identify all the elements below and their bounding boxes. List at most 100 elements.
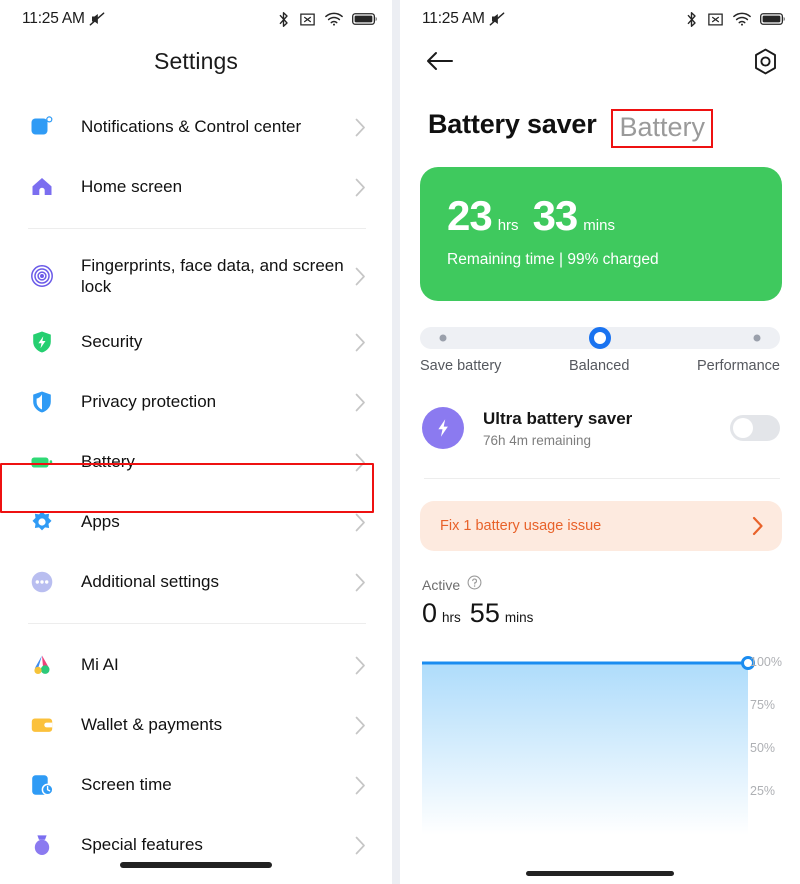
mode-label-save-battery[interactable]: Save battery	[420, 358, 501, 374]
mode-dot-performance[interactable]	[753, 334, 761, 342]
status-bar-left: 11:25 AM	[0, 0, 392, 38]
sidebar-item-wallet-payments[interactable]: Wallet & payments	[0, 695, 392, 755]
question-circle-icon[interactable]	[467, 575, 482, 595]
chevron-right-icon	[355, 716, 366, 735]
active-hours: 0	[422, 598, 438, 628]
battery-mode-selector[interactable]: Save battery Balanced Performance	[420, 327, 780, 374]
mode-selected-thumb[interactable]	[589, 327, 611, 349]
mode-slider-track[interactable]	[420, 327, 780, 349]
ultra-battery-saver-row[interactable]: Ultra battery saver 76h 4m remaining	[422, 400, 780, 456]
bluetooth-icon	[279, 11, 288, 27]
sidebar-item-privacy-protection[interactable]: Privacy protection	[0, 372, 392, 432]
screenshot-root: 11:25 AM Settings Notifications & Contro…	[0, 0, 800, 884]
no-sim-icon	[300, 13, 315, 25]
mode-labels: Save battery Balanced Performance	[420, 358, 780, 374]
special-features-icon	[26, 829, 58, 861]
active-usage-values: 0 hrs 55 mins	[422, 600, 800, 627]
remaining-hours-unit: hrs	[497, 217, 519, 234]
sidebar-item-label: Home screen	[81, 177, 183, 197]
screen-time-icon	[26, 769, 58, 801]
apps-gear-icon	[26, 506, 58, 538]
bluetooth-icon	[687, 11, 696, 27]
chart-ytick-label: 25%	[750, 784, 776, 798]
back-arrow-icon[interactable]	[426, 50, 454, 72]
sidebar-item-screen-time[interactable]: Screen time	[0, 755, 392, 815]
battery-header-bar	[400, 38, 800, 84]
battery-saver-title-row: Battery saver Battery	[400, 84, 800, 148]
battery-chart-svg	[422, 656, 755, 835]
sidebar-item-battery[interactable]: Battery	[0, 432, 392, 492]
sidebar-item-additional-settings[interactable]: Additional settings	[0, 552, 392, 612]
chart-y-axis: 25% 50% 75% 100%	[750, 645, 792, 825]
chevron-right-icon	[355, 333, 366, 352]
sidebar-item-label: Security	[81, 332, 143, 352]
chevron-right-icon	[355, 776, 366, 795]
wifi-icon	[733, 12, 751, 26]
battery-saver-panel: 11:25 AM Battery saver Battery 23 hrs 33…	[400, 0, 800, 884]
chevron-right-icon	[355, 513, 366, 532]
chevron-right-icon	[355, 573, 366, 592]
active-usage-section: Active 0 hrs 55 mins	[422, 575, 800, 627]
remaining-time-card: 23 hrs 33 mins Remaining time | 99% char…	[420, 167, 782, 301]
status-icons-right	[685, 11, 786, 28]
fix-battery-issue-label: Fix 1 battery usage issue	[440, 518, 602, 534]
section-divider	[424, 478, 780, 479]
chevron-right-icon	[355, 836, 366, 855]
mute-icon	[487, 9, 507, 29]
chart-ytick-label: 100%	[750, 655, 782, 669]
sidebar-item-mi-ai[interactable]: Mi AI	[0, 635, 392, 695]
list-divider	[28, 228, 366, 229]
battery-level-chart: 25% 50% 75% 100%	[400, 645, 800, 835]
remaining-minutes: 33	[532, 192, 579, 239]
ultra-battery-saver-toggle[interactable]	[730, 415, 780, 441]
sidebar-item-notifications-control-center[interactable]: Notifications & Control center	[0, 97, 392, 157]
sidebar-item-label: Battery	[81, 452, 135, 472]
ellipsis-icon	[26, 566, 58, 598]
sidebar-item-security[interactable]: Security	[0, 312, 392, 372]
sidebar-item-label: Wallet & payments	[81, 715, 223, 735]
sidebar-item-label: Notifications & Control center	[81, 117, 302, 137]
chevron-right-icon	[355, 393, 366, 412]
sidebar-item-home-screen[interactable]: Home screen	[0, 157, 392, 217]
mode-label-balanced[interactable]: Balanced	[569, 358, 629, 374]
battery-icon	[26, 446, 58, 478]
fix-battery-issue-banner[interactable]: Fix 1 battery usage issue	[420, 501, 782, 551]
bolt-icon	[422, 407, 464, 449]
notifications-icon	[26, 111, 58, 143]
sidebar-item-label: Special features	[81, 835, 203, 855]
gear-icon[interactable]	[753, 48, 778, 75]
mode-label-performance[interactable]: Performance	[697, 358, 780, 374]
chevron-right-icon	[355, 178, 366, 197]
active-hours-unit: hrs	[442, 610, 461, 625]
sidebar-item-apps[interactable]: Apps	[0, 492, 392, 552]
chevron-right-icon	[355, 118, 366, 137]
panel-separator	[392, 0, 400, 884]
sidebar-item-label: Additional settings	[81, 572, 219, 592]
status-time: 11:25 AM	[22, 10, 85, 27]
chart-ytick-label: 75%	[750, 698, 776, 712]
chevron-right-icon	[355, 453, 366, 472]
mute-icon	[87, 9, 107, 29]
no-sim-icon	[708, 13, 723, 25]
active-minutes: 55	[469, 598, 500, 628]
mi-ai-icon	[26, 649, 58, 681]
sidebar-item-label: Fingerprints, face data, and screen lock	[81, 255, 344, 296]
chevron-right-icon	[355, 656, 366, 675]
mode-dot-save-battery[interactable]	[439, 334, 447, 342]
battery-tab-highlight[interactable]: Battery	[610, 109, 714, 148]
fingerprint-icon	[26, 260, 58, 292]
home-indicator-left	[120, 862, 272, 868]
page-title: Battery saver	[428, 109, 597, 139]
home-icon	[26, 171, 58, 203]
battery-icon	[352, 13, 377, 25]
active-label-row: Active	[422, 575, 800, 595]
status-icons-left	[277, 11, 378, 28]
shield-icon	[26, 326, 58, 358]
remaining-hours: 23	[447, 192, 493, 239]
ultra-battery-saver-title: Ultra battery saver	[483, 408, 633, 428]
sidebar-item-fingerprints-face-screen-lock[interactable]: Fingerprints, face data, and screen lock	[0, 240, 392, 312]
battery-icon	[760, 13, 785, 25]
home-indicator-right	[526, 871, 674, 876]
status-time: 11:25 AM	[422, 10, 485, 27]
chevron-right-icon	[355, 267, 366, 286]
